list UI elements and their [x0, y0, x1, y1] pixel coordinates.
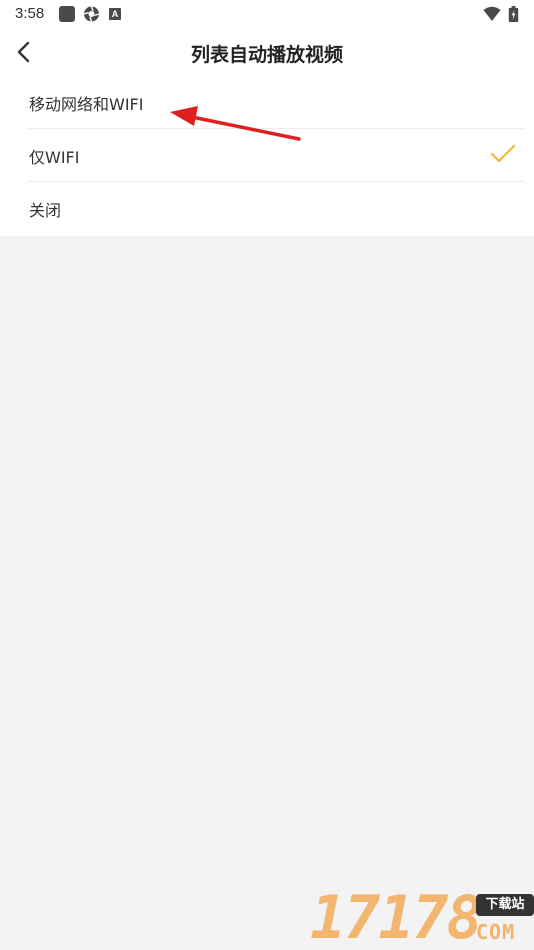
checkmark-icon — [490, 144, 516, 163]
option-wifi-only[interactable]: 仅WIFI — [28, 129, 524, 182]
watermark: 17178 下载站 COM — [308, 886, 534, 950]
square-icon — [59, 6, 75, 22]
status-time: 3:58 — [15, 5, 45, 22]
option-label: 关闭 — [29, 201, 62, 220]
watermark-digits: 17178 — [310, 883, 483, 950]
watermark-com: COM — [476, 920, 516, 944]
gear-icon — [83, 6, 100, 22]
option-label: 移动网络和WIFI — [29, 95, 144, 114]
a-icon: A — [109, 8, 121, 20]
header: 列表自动播放视频 — [0, 28, 534, 76]
option-mobile-and-wifi[interactable]: 移动网络和WIFI — [28, 76, 524, 129]
page-title: 列表自动播放视频 — [190, 44, 343, 66]
status-bar: 3:58 A — [0, 0, 534, 28]
battery-icon — [508, 6, 519, 22]
wifi-icon — [483, 6, 501, 21]
watermark-badge: 下载站 — [476, 894, 534, 916]
option-label: 仅WIFI — [29, 148, 80, 167]
option-off[interactable]: 关闭 — [28, 182, 524, 235]
